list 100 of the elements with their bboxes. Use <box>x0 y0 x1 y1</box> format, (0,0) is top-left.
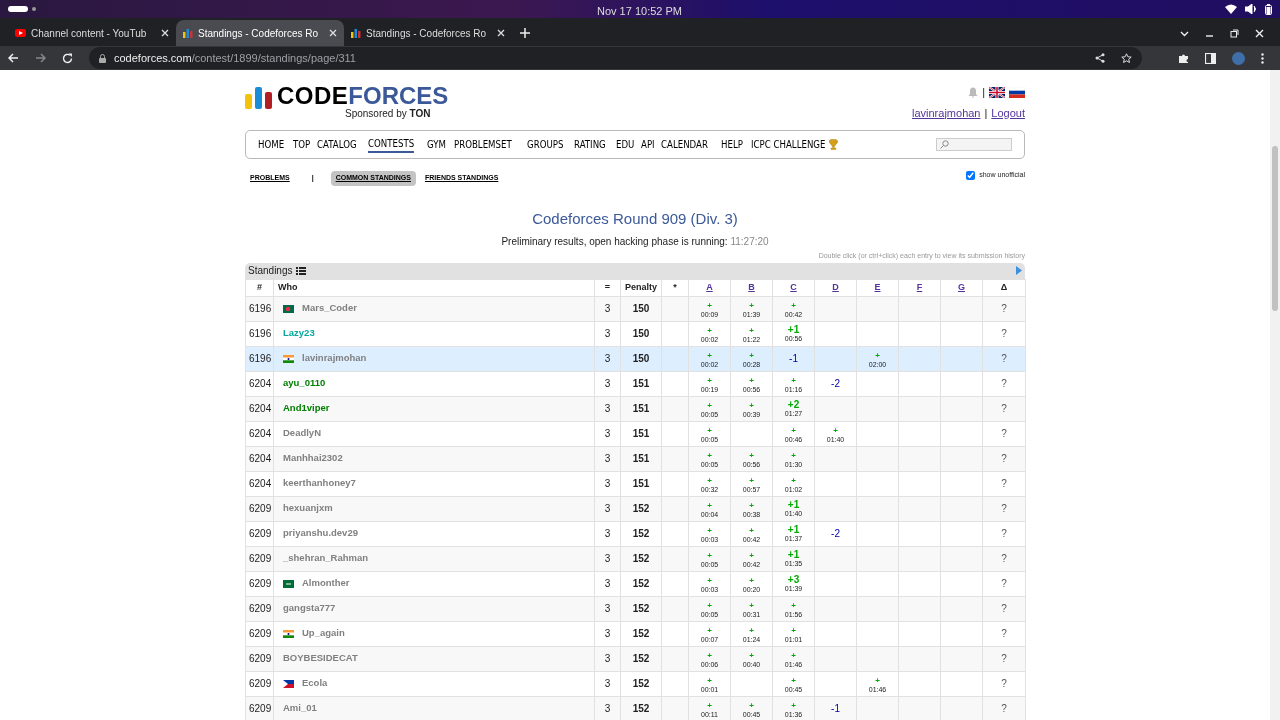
nav-link[interactable]: GYM <box>427 136 447 153</box>
problem-link[interactable]: A <box>706 281 713 292</box>
nav-link[interactable]: API <box>641 136 656 153</box>
rank-cell: 6209 <box>245 571 274 596</box>
close-icon[interactable] <box>161 29 169 37</box>
penalty-cell: 152 <box>620 621 662 646</box>
close-icon[interactable] <box>497 29 505 37</box>
problem-link[interactable]: B <box>748 281 755 292</box>
nav-link[interactable]: HOME <box>258 136 285 153</box>
column-header: * <box>661 279 689 296</box>
search-field[interactable] <box>936 138 1012 151</box>
side-panel-icon[interactable] <box>1205 52 1216 64</box>
user-handle-link[interactable]: Up_again <box>302 628 345 639</box>
status-text: Preliminary results, open hacking phase is running: 11:27:20 <box>500 235 770 249</box>
problem-link[interactable]: G <box>958 281 965 292</box>
nav-link[interactable]: CATALOG <box>316 136 357 153</box>
wifi-icon[interactable] <box>1225 4 1237 14</box>
forward-icon[interactable] <box>35 53 46 63</box>
user-handle-link[interactable]: hexuanjxm <box>283 503 333 514</box>
new-tab-icon[interactable] <box>520 28 530 38</box>
russia-flag-icon[interactable] <box>1009 86 1025 98</box>
nav-link[interactable]: ICPC CHALLENGE <box>751 136 838 153</box>
rank-cell: 6204 <box>245 471 274 496</box>
right-triangle-icon[interactable] <box>1016 266 1022 275</box>
uk-flag-icon[interactable] <box>989 86 1005 98</box>
rank-cell: 6209 <box>245 546 274 571</box>
show-unofficial-checkbox[interactable] <box>966 170 976 180</box>
separator-text: | <box>984 105 988 121</box>
penalty-cell: 152 <box>620 571 662 596</box>
column-header: = <box>594 279 621 296</box>
nav-link[interactable]: TOP <box>292 136 311 153</box>
delta-cell: ? <box>982 321 1026 346</box>
logo-text[interactable]: CODEFORCES <box>277 84 449 109</box>
delta-cell: ? <box>982 621 1026 646</box>
close-icon[interactable] <box>329 29 337 37</box>
address-bar[interactable]: codeforces.com/contest/1899/standings/page/311 <box>89 47 1142 69</box>
lock-icon <box>99 53 106 63</box>
rank-cell: 6209 <box>245 696 274 720</box>
share-icon[interactable] <box>1095 53 1105 63</box>
user-handle-link[interactable]: Mars_Coder <box>302 303 357 314</box>
problem-link[interactable]: E <box>874 281 881 292</box>
user-handle-link[interactable]: gangsta777 <box>283 603 336 614</box>
rejected-result[interactable]: -1 <box>831 703 840 714</box>
caption-text: Standings <box>248 264 293 278</box>
restore-icon[interactable] <box>1230 29 1239 38</box>
nav-link[interactable]: PROBLEMSET <box>453 136 512 153</box>
delta-cell: ? <box>982 421 1026 446</box>
bar-chart-logo-icon <box>245 86 273 109</box>
volume-icon[interactable] <box>1245 4 1257 14</box>
more-menu-icon[interactable] <box>1261 52 1264 64</box>
nav-link[interactable]: EDU <box>616 136 635 153</box>
rejected-result[interactable]: -2 <box>831 378 840 389</box>
problem-link[interactable]: D <box>832 281 839 292</box>
user-handle-link[interactable]: keerthanhoney7 <box>283 478 356 489</box>
browser-tab[interactable]: Standings - Codeforces Ro <box>176 20 344 46</box>
date-time[interactable]: Nov 17 10:52 PM <box>597 3 682 20</box>
penalty-cell: 152 <box>620 671 662 696</box>
solved-cell: 3 <box>594 371 621 396</box>
rank-cell: 6209 <box>245 521 274 546</box>
logout-link[interactable]: Logout <box>991 104 1025 121</box>
user-handle-link[interactable]: _shehran_Rahman <box>283 553 368 564</box>
user-handle-link[interactable]: Almonther <box>302 578 350 589</box>
rejected-result[interactable]: -1 <box>789 353 798 364</box>
nav-link[interactable]: GROUPS <box>526 136 564 153</box>
solved-cell: 3 <box>594 571 621 596</box>
browser-tab[interactable]: Standings - Codeforces Ro <box>344 20 512 46</box>
user-handle-link[interactable]: ayu_0110 <box>283 378 326 389</box>
back-icon[interactable] <box>8 53 19 63</box>
nav-link[interactable]: HELP <box>721 136 744 153</box>
user-handle-link[interactable]: And1viper <box>283 403 330 414</box>
user-handle-link[interactable]: Manhhai2302 <box>283 453 343 464</box>
username-link[interactable]: lavinrajmohan <box>912 104 981 121</box>
list-icon[interactable] <box>296 266 307 275</box>
user-handle-link[interactable]: Ecola <box>302 678 328 689</box>
problem-link[interactable]: F <box>916 281 923 292</box>
delta-cell: ? <box>982 371 1026 396</box>
contest-title: Codeforces Round 909 (Div. 3) <box>531 208 739 229</box>
problem-link[interactable]: C <box>790 281 797 292</box>
solved-cell: 3 <box>594 321 621 346</box>
browser-tab[interactable]: Channel content - YouTub <box>8 20 176 46</box>
nav-link[interactable]: CONTESTS <box>368 135 415 154</box>
reload-icon[interactable] <box>62 52 73 64</box>
user-handle-link[interactable]: priyanshu.dev29 <box>283 528 358 539</box>
close-icon[interactable] <box>1255 29 1264 38</box>
battery-icon[interactable] <box>1265 3 1272 15</box>
rank-cell: 6209 <box>245 621 274 646</box>
rejected-result[interactable]: -2 <box>831 528 840 539</box>
user-handle-link[interactable]: Ami_01 <box>283 703 317 714</box>
play-logo-icon <box>15 29 26 37</box>
nav-link[interactable]: CALENDAR <box>661 136 709 153</box>
user-handle-link[interactable]: DeadlyN <box>283 428 321 439</box>
star-icon[interactable] <box>1121 52 1132 64</box>
user-handle-link[interactable]: BOYBESIDECAT <box>283 653 358 664</box>
solved-cell: 3 <box>594 471 621 496</box>
column-header: Who <box>273 279 595 296</box>
bar-chart-icon <box>183 28 193 38</box>
url-text[interactable]: codeforces.com/contest/1899/standings/page/311 <box>114 49 356 67</box>
nav-link[interactable]: RATING <box>574 136 607 153</box>
activities-icon[interactable] <box>8 5 38 13</box>
chevron-down-icon[interactable] <box>1180 30 1189 37</box>
